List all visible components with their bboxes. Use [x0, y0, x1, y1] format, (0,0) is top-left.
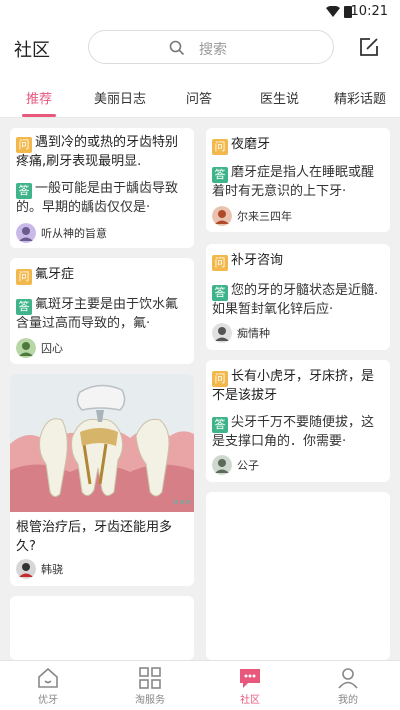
question-badge: 问 — [16, 137, 32, 153]
answer-badge: 答 — [16, 183, 32, 199]
avatar — [212, 206, 232, 226]
username: 听从神的旨意 — [41, 227, 107, 240]
nav-label: 社区 — [240, 695, 260, 706]
person-icon — [338, 668, 358, 689]
answer-badge: 答 — [212, 285, 228, 301]
wifi-icon — [326, 6, 340, 17]
search-icon — [169, 40, 185, 56]
search-placeholder: 搜索 — [199, 42, 227, 58]
page-title: 社区 — [14, 40, 50, 61]
user-info[interactable]: 韩骁 — [16, 558, 63, 580]
active-tab-indicator — [22, 114, 56, 117]
nav-home[interactable]: 优牙 — [18, 665, 78, 706]
question-text: 问夜磨牙 — [212, 136, 384, 155]
question-text: 问补牙咨询 — [212, 252, 384, 271]
answer-badge: 答 — [212, 167, 228, 183]
user-info[interactable]: 尔来三四年 — [212, 205, 292, 227]
user-info[interactable]: 公子 — [212, 454, 259, 476]
search-input[interactable]: 搜索 — [88, 30, 334, 64]
answer-text: 答磨牙症是指人在睡眠或醒着时有无意识的上下牙· — [212, 165, 375, 199]
qa-card[interactable]: 问长有小虎牙，牙床挤，是不是该拔牙 答尖牙千万不要随便拔，这是支撑口角的．你需要… — [206, 360, 390, 482]
tab-recommend[interactable]: 推荐 — [26, 88, 52, 107]
user-info[interactable]: 听从神的旨意 — [16, 222, 107, 244]
avatar — [16, 338, 36, 358]
answer-text: 答氟斑牙主要是由于饮水氟含量过高而导致的，氟· — [16, 297, 179, 331]
qa-card[interactable]: 问氟牙症 答氟斑牙主要是由于饮水氟含量过高而导致的，氟· 囚心 — [10, 258, 194, 364]
article-title: 根管治疗后，牙齿还能用多久? — [16, 520, 173, 554]
tab-hot-topics[interactable]: 精彩话题 — [334, 88, 386, 107]
answer-badge: 答 — [212, 417, 228, 433]
answer-badge: 答 — [16, 299, 32, 315]
article-card[interactable] — [206, 492, 390, 660]
question-text: 问遇到冷的或热的牙齿特别疼痛,刷牙表现最明显. — [16, 135, 179, 169]
nav-label: 我的 — [338, 695, 358, 706]
tab-bar: 推荐 美丽日志 问答 医生说 精彩话题 — [0, 72, 400, 118]
nav-label: 优牙 — [38, 695, 58, 706]
avatar — [212, 455, 232, 475]
question-badge: 问 — [212, 255, 228, 271]
avatar — [16, 559, 36, 579]
home-icon — [38, 667, 58, 688]
question-badge: 问 — [16, 269, 32, 285]
app-header: 社区 搜索 — [0, 24, 400, 72]
username: 公子 — [237, 459, 259, 472]
question-text: 问长有小虎牙，牙床挤，是不是该拔牙 — [212, 369, 375, 403]
status-bar: 10:21 — [0, 0, 400, 24]
tab-doctor-says[interactable]: 医生说 — [260, 88, 299, 107]
question-badge: 问 — [212, 371, 228, 387]
answer-text: 答尖牙千万不要随便拔，这是支撑口角的．你需要· — [212, 415, 375, 449]
bottom-nav: 优牙 淘服务 社区 我的 — [0, 660, 400, 710]
grid-icon — [139, 667, 161, 689]
nav-label: 淘服务 — [135, 695, 165, 706]
avatar — [212, 323, 232, 343]
qa-card[interactable]: 问夜磨牙 答磨牙症是指人在睡眠或醒着时有无意识的上下牙· 尔来三四年 — [206, 128, 390, 232]
answer-text: 答您的牙的牙髓状态是近髓.如果暂封氧化锌后应· — [212, 283, 379, 317]
username: 尔来三四年 — [237, 210, 292, 223]
nav-community[interactable]: 社区 — [220, 665, 280, 706]
dental-crown-illustration — [10, 374, 194, 512]
username: 囚心 — [41, 342, 63, 355]
tab-qa[interactable]: 问答 — [186, 88, 212, 107]
edit-icon[interactable] — [358, 36, 380, 58]
username: 韩骁 — [41, 563, 63, 576]
qa-card[interactable]: 问补牙咨询 答您的牙的牙髓状态是近髓.如果暂封氧化锌后应· 痴情种 — [206, 244, 390, 350]
user-info[interactable]: 囚心 — [16, 337, 63, 359]
article-card[interactable]: 根管治疗后，牙齿还能用多久? 韩骁 — [10, 374, 194, 586]
chat-icon — [240, 669, 260, 688]
nav-mine[interactable]: 我的 — [318, 665, 378, 706]
article-card[interactable] — [10, 596, 194, 660]
question-badge: 问 — [212, 139, 228, 155]
avatar — [16, 223, 36, 243]
question-text: 问氟牙症 — [16, 266, 188, 285]
qa-card[interactable]: 问遇到冷的或热的牙齿特别疼痛,刷牙表现最明显. 答一般可能是由于龋齿导致的。早期… — [10, 128, 194, 248]
user-info[interactable]: 痴情种 — [212, 322, 270, 344]
status-time: 10:21 — [350, 4, 388, 19]
username: 痴情种 — [237, 327, 270, 340]
tab-beauty-diary[interactable]: 美丽日志 — [94, 88, 146, 107]
answer-text: 答一般可能是由于龋齿导致的。早期的龋齿仅仅是· — [16, 181, 179, 215]
nav-services[interactable]: 淘服务 — [120, 665, 180, 706]
